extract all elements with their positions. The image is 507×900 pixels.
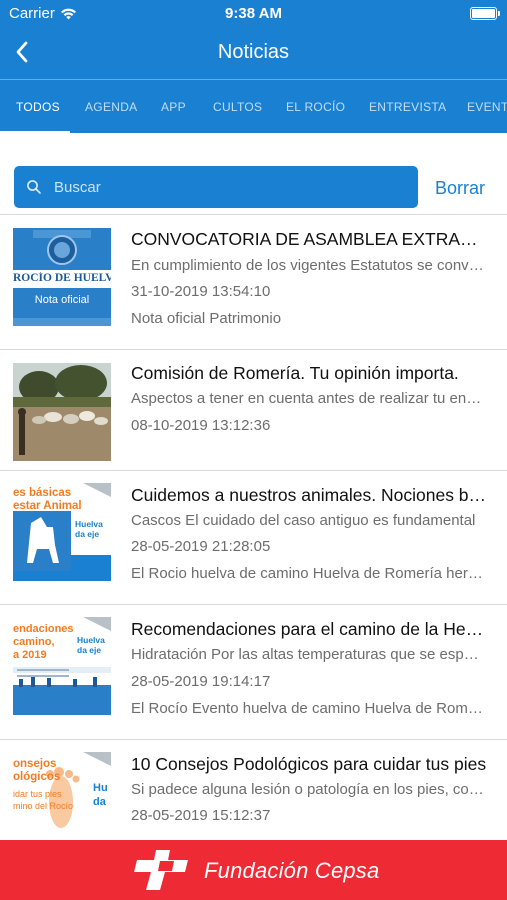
app-header: Carrier 9:38 AM Noticias TODOS AGENDA AP… xyxy=(0,0,507,133)
news-date: 31-10-2019 13:54:10 xyxy=(131,283,271,300)
sponsor-name: Fundación Cepsa xyxy=(204,858,380,883)
thumb-caption: idar tus pies xyxy=(13,789,62,799)
news-summary: En cumplimiento de los vigentes Estatuto… xyxy=(131,257,487,274)
thumb-caption: onsejos xyxy=(13,758,57,770)
search-icon xyxy=(27,180,41,194)
nav-bar: Noticias xyxy=(0,28,507,78)
thumb-caption: Huelva xyxy=(75,519,103,529)
news-title: Recomendaciones para el camino de la Her… xyxy=(131,619,487,639)
thumb-caption: a 2019 xyxy=(13,649,47,661)
news-date: 28-05-2019 15:12:37 xyxy=(131,807,271,824)
status-bar: Carrier 9:38 AM xyxy=(0,0,507,28)
news-title: Comisión de Romería. Tu opinión importa. xyxy=(131,363,459,383)
tab-cultos[interactable]: CULTOS xyxy=(213,100,262,114)
thumb-caption: Nota oficial xyxy=(34,294,90,306)
battery-icon xyxy=(470,7,500,20)
news-summary: Cascos El cuidado del caso antiguo es fu… xyxy=(131,512,476,529)
news-thumbnail: onsejos ológicos idar tus pies mino del … xyxy=(13,752,111,850)
news-thumbnail: endaciones camino, a 2019 Huelva da eje xyxy=(13,617,111,715)
thumb-caption: da eje xyxy=(75,529,100,539)
sponsor-banner[interactable]: Fundación Cepsa xyxy=(0,840,507,900)
page-title: Noticias xyxy=(217,41,290,63)
news-tags: El Rocío Evento huelva de camino Huelva … xyxy=(131,700,487,717)
thumb-caption: estar Animal xyxy=(13,500,82,512)
news-summary: Hidratación Por las altas temperaturas q… xyxy=(131,646,487,663)
thumb-caption: es básicas xyxy=(13,487,72,499)
news-item[interactable]: onsejos ológicos idar tus pies mino del … xyxy=(0,740,507,850)
news-title: CONVOCATORIA DE ASAMBLEA EXTRAORDINARIA xyxy=(131,229,487,249)
cepsa-logo-icon xyxy=(134,850,188,890)
horses-photo-icon xyxy=(13,363,111,461)
category-tabs: TODOS AGENDA APP CULTOS EL ROCÍO ENTREVI… xyxy=(0,79,507,133)
thumb-caption: ROCÍO DE HUELVA xyxy=(13,272,111,284)
tab-todos[interactable]: TODOS xyxy=(16,100,60,114)
news-tags: El Rocio huelva de camino Huelva de Rome… xyxy=(131,565,487,582)
news-item[interactable]: endaciones camino, a 2019 Huelva da eje … xyxy=(0,605,507,740)
news-tags: Nota oficial Patrimonio xyxy=(131,310,282,327)
news-date: 28-05-2019 21:28:05 xyxy=(131,538,271,555)
thumb-caption: Hu xyxy=(93,782,108,794)
news-summary: Si padece alguna lesión o patología en l… xyxy=(131,781,487,798)
news-thumbnail: es básicas estar Animal Huelva da eje xyxy=(13,483,111,581)
news-item[interactable]: es básicas estar Animal Huelva da eje Cu… xyxy=(0,471,507,605)
news-date: 28-05-2019 19:14:17 xyxy=(131,673,271,690)
status-time: 9:38 AM xyxy=(225,5,282,22)
search-input[interactable] xyxy=(54,166,404,208)
tab-evento[interactable]: EVENTO xyxy=(467,100,507,114)
thumb-caption: endaciones xyxy=(13,623,74,635)
clear-search-button[interactable]: Borrar xyxy=(435,178,485,199)
tab-el-rocio[interactable]: EL ROCÍO xyxy=(286,100,345,114)
news-item[interactable]: Comisión de Romería. Tu opinión importa.… xyxy=(0,350,507,471)
thumb-caption: da xyxy=(93,796,106,808)
news-thumbnail xyxy=(13,363,111,461)
thumb-caption: camino, xyxy=(13,636,55,648)
thumb-caption: ológicos xyxy=(13,771,61,783)
news-summary: Aspectos a tener en cuenta antes de real… xyxy=(131,390,487,407)
thumb-caption: mino del Rocío xyxy=(13,801,74,811)
news-thumbnail: ROCÍO DE HUELVA Nota oficial xyxy=(13,228,111,326)
news-title: Cuidemos a nuestros animales. Nociones b… xyxy=(131,485,487,505)
search-field[interactable] xyxy=(14,166,418,208)
news-title: 10 Consejos Podológicos para cuidar tus … xyxy=(131,754,487,774)
news-item[interactable]: ROCÍO DE HUELVA Nota oficial CONVOCATORI… xyxy=(0,215,507,350)
tab-agenda[interactable]: AGENDA xyxy=(85,100,137,114)
search-bar: Borrar xyxy=(0,133,507,215)
news-date: 08-10-2019 13:12:36 xyxy=(131,417,271,434)
thumb-caption: Huelva xyxy=(77,635,105,645)
tab-entrevista[interactable]: ENTREVISTA xyxy=(369,100,446,114)
tab-app[interactable]: APP xyxy=(161,100,186,114)
thumb-caption: da eje xyxy=(77,645,102,655)
